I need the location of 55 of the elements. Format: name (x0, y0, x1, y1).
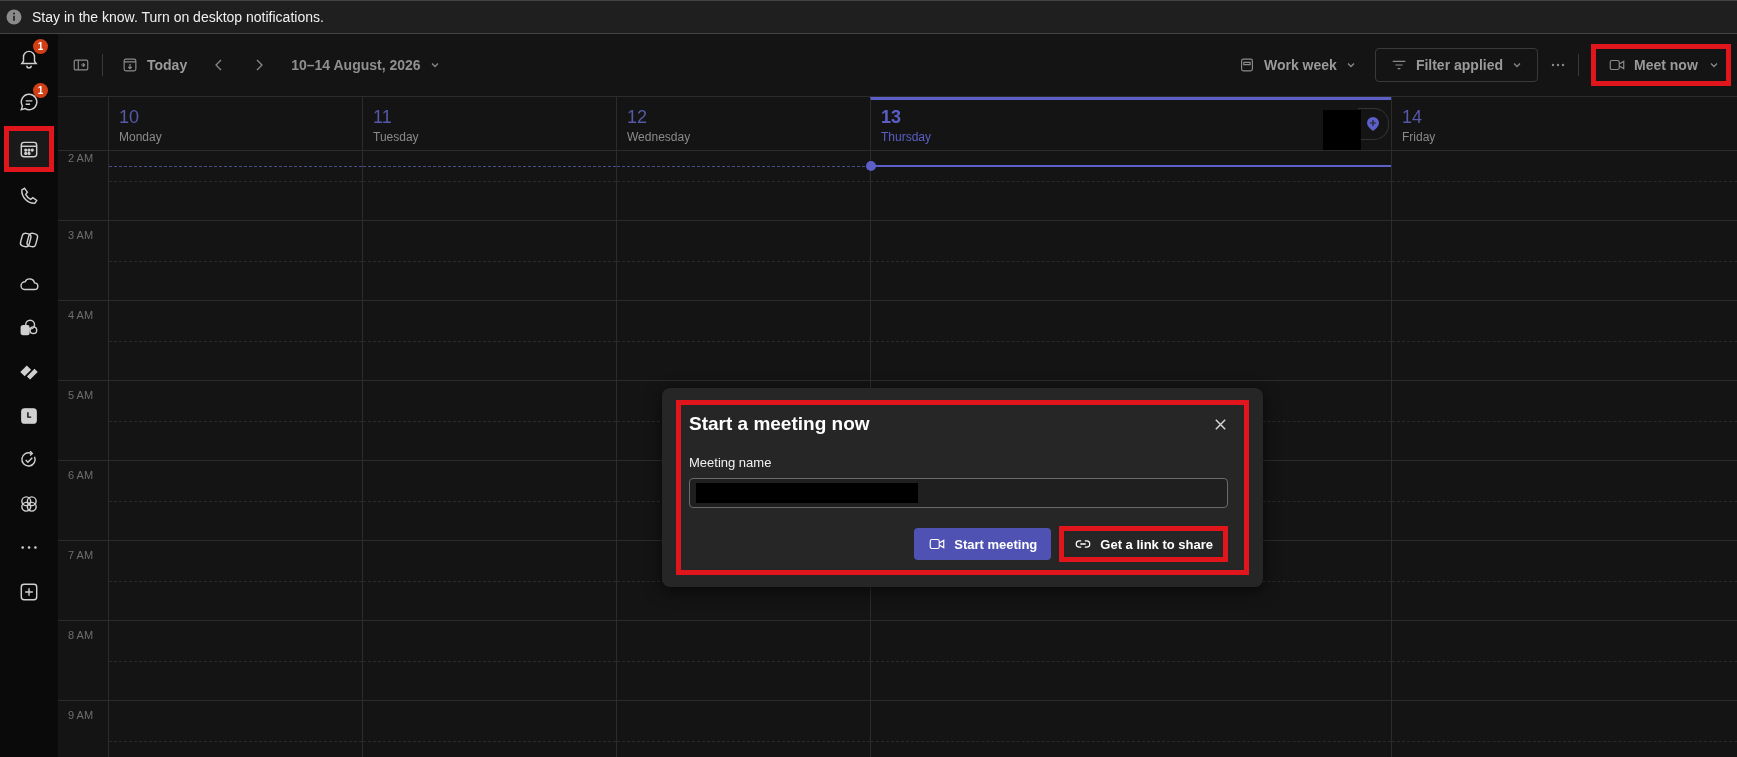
app-bar-item[interactable] (4, 126, 54, 172)
date-range-dropdown[interactable]: 10–14 August, 2026 (285, 53, 447, 77)
time-label: 9 AM (68, 709, 94, 721)
app-bar-item[interactable]: 1 (6, 38, 52, 78)
day-name: Thursday (881, 130, 932, 144)
location-add-icon (1365, 115, 1381, 132)
add-icon (18, 581, 40, 603)
time-label: 7 AM (68, 549, 94, 561)
today-button[interactable]: Today (115, 52, 194, 78)
add-location-button[interactable] (1358, 107, 1389, 140)
info-icon (6, 9, 22, 25)
field-label: Meeting name (689, 455, 773, 470)
filter-button[interactable]: Filter applied (1374, 48, 1538, 82)
panel-toggle-icon[interactable] (72, 56, 90, 74)
current-time-marker (866, 161, 876, 171)
view-dropdown[interactable]: Work week (1232, 52, 1363, 78)
day-header[interactable]: 12 Wednesday (616, 97, 870, 150)
day-number: 11 (373, 107, 393, 128)
calendar-icon (121, 56, 139, 74)
day-number: 13 (881, 107, 903, 128)
time-label: 2 AM (68, 152, 94, 164)
time-label: 4 AM (68, 309, 94, 321)
day-number: 12 (627, 107, 649, 128)
meet-now-button[interactable]: Meet now (1591, 44, 1731, 86)
notification-count: 1 (33, 83, 48, 98)
notification-count: 1 (33, 39, 48, 54)
day-number: 10 (119, 107, 141, 128)
day-header[interactable]: 13 Thursday (870, 97, 1391, 150)
start-meeting-button[interactable]: Start meeting (914, 528, 1052, 560)
time-label: 3 AM (68, 229, 94, 241)
day-name: Wednesday (627, 130, 691, 144)
day-name: Tuesday (373, 130, 419, 144)
day-header[interactable]: 11 Tuesday (362, 97, 616, 150)
input-field[interactable] (689, 478, 1228, 508)
chat-icon (18, 91, 40, 113)
apps-icon (18, 493, 40, 515)
day-name: Friday (1402, 130, 1436, 144)
dialog-title: Start a meeting now (689, 413, 870, 435)
more-icon (21, 546, 37, 550)
app-bar-item[interactable]: 1 (6, 82, 52, 122)
day-number: 14 (1402, 107, 1424, 128)
clock-icon (18, 405, 40, 427)
close-icon[interactable] (1213, 416, 1228, 432)
get-link-button[interactable]: Get a link to share (1059, 526, 1228, 562)
day-header[interactable]: 10 Monday (108, 97, 362, 150)
redaction (1323, 110, 1361, 150)
time-label: 5 AM (68, 389, 94, 401)
time-label: 6 AM (68, 469, 94, 481)
more-icon[interactable] (1550, 62, 1566, 68)
time-label: 8 AM (68, 629, 94, 641)
day-header[interactable]: 14 Friday (1391, 97, 1737, 150)
banner-text: Stay in the know. Turn on desktop notifications. (32, 9, 324, 25)
calendar-view-icon (1238, 56, 1256, 74)
day-name: Monday (119, 130, 162, 144)
phone-icon (18, 185, 40, 207)
